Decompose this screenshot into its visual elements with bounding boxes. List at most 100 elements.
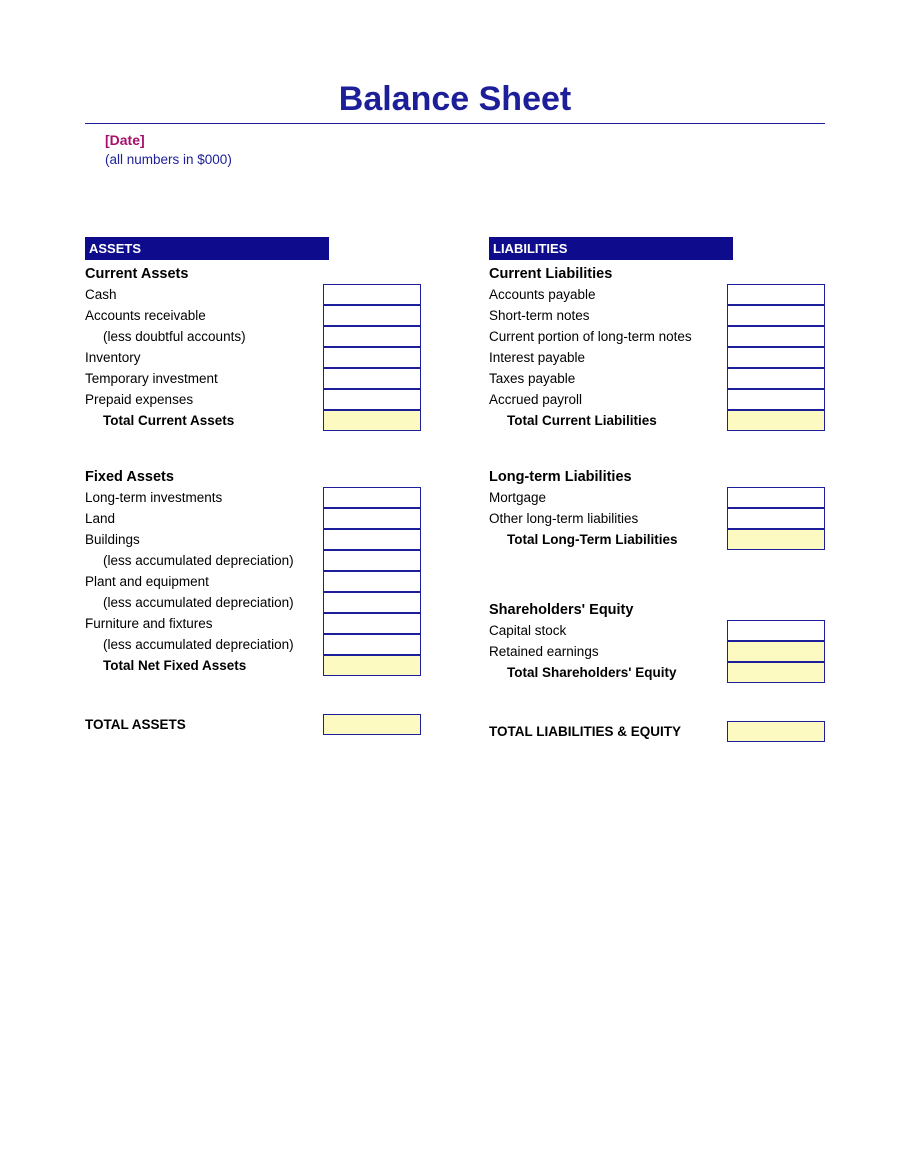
cell-land[interactable] xyxy=(323,508,421,529)
date-placeholder: [Date] xyxy=(105,132,825,148)
label-current-lt-notes: Current portion of long-term notes xyxy=(489,326,727,347)
row-doubtful: (less doubtful accounts) xyxy=(85,326,421,347)
cell-total-equity[interactable] xyxy=(727,662,825,683)
cell-total-fixed-assets[interactable] xyxy=(323,655,421,676)
cell-payroll[interactable] xyxy=(727,389,825,410)
cell-total-current-assets[interactable] xyxy=(323,410,421,431)
row-plant: Plant and equipment xyxy=(85,571,421,592)
cell-prepaid[interactable] xyxy=(323,389,421,410)
cell-inventory[interactable] xyxy=(323,347,421,368)
cell-plant-dep[interactable] xyxy=(323,592,421,613)
label-lti: Long-term investments xyxy=(85,487,323,508)
content-grid: ASSETS Current Assets Cash Accounts rece… xyxy=(85,237,825,742)
row-land: Land xyxy=(85,508,421,529)
label-mortgage: Mortgage xyxy=(489,487,727,508)
row-ap: Accounts payable xyxy=(489,284,825,305)
row-total-liab-equity: TOTAL LIABILITIES & EQUITY xyxy=(489,721,825,742)
label-cash: Cash xyxy=(85,284,323,305)
row-total-assets: TOTAL ASSETS xyxy=(85,714,421,735)
cell-buildings-dep[interactable] xyxy=(323,550,421,571)
row-lti: Long-term investments xyxy=(85,487,421,508)
cell-plant[interactable] xyxy=(323,571,421,592)
cell-total-liab-equity[interactable] xyxy=(727,721,825,742)
row-prepaid: Prepaid expenses xyxy=(85,389,421,410)
label-ar: Accounts receivable xyxy=(85,305,323,326)
units-note: (all numbers in $000) xyxy=(105,152,825,167)
label-buildings-dep: (less accumulated depreciation) xyxy=(85,550,323,571)
equity-heading: Shareholders' Equity xyxy=(489,602,825,618)
row-inventory: Inventory xyxy=(85,347,421,368)
page-title: Balance Sheet xyxy=(85,80,825,119)
row-total-current-liab: Total Current Liabilities xyxy=(489,410,825,431)
cell-st-notes[interactable] xyxy=(727,305,825,326)
current-liab-heading: Current Liabilities xyxy=(489,266,825,282)
row-cash: Cash xyxy=(85,284,421,305)
meta-block: [Date] (all numbers in $000) xyxy=(85,132,825,167)
cell-furniture-dep[interactable] xyxy=(323,634,421,655)
label-doubtful: (less doubtful accounts) xyxy=(85,326,323,347)
row-capital-stock: Capital stock xyxy=(489,620,825,641)
cell-doubtful[interactable] xyxy=(323,326,421,347)
label-plant-dep: (less accumulated depreciation) xyxy=(85,592,323,613)
cell-mortgage[interactable] xyxy=(727,487,825,508)
label-total-liab-equity: TOTAL LIABILITIES & EQUITY xyxy=(489,721,727,742)
liabilities-column: LIABILITIES Current Liabilities Accounts… xyxy=(489,237,825,742)
cell-total-lt-liab[interactable] xyxy=(727,529,825,550)
row-st-notes: Short-term notes xyxy=(489,305,825,326)
current-assets-heading: Current Assets xyxy=(85,266,421,282)
cell-capital-stock[interactable] xyxy=(727,620,825,641)
label-total-equity: Total Shareholders' Equity xyxy=(489,662,727,683)
label-furniture-dep: (less accumulated depreciation) xyxy=(85,634,323,655)
cell-total-assets[interactable] xyxy=(323,714,421,735)
row-interest: Interest payable xyxy=(489,347,825,368)
label-taxes: Taxes payable xyxy=(489,368,727,389)
cell-taxes[interactable] xyxy=(727,368,825,389)
row-mortgage: Mortgage xyxy=(489,487,825,508)
cell-buildings[interactable] xyxy=(323,529,421,550)
label-plant: Plant and equipment xyxy=(85,571,323,592)
cell-furniture[interactable] xyxy=(323,613,421,634)
row-total-fixed-assets: Total Net Fixed Assets xyxy=(85,655,421,676)
row-plant-dep: (less accumulated depreciation) xyxy=(85,592,421,613)
label-payroll: Accrued payroll xyxy=(489,389,727,410)
label-total-assets: TOTAL ASSETS xyxy=(85,714,323,735)
row-payroll: Accrued payroll xyxy=(489,389,825,410)
cell-other-lt[interactable] xyxy=(727,508,825,529)
lt-liab-heading: Long-term Liabilities xyxy=(489,469,825,485)
balance-sheet-page: Balance Sheet [Date] (all numbers in $00… xyxy=(0,0,900,782)
label-interest: Interest payable xyxy=(489,347,727,368)
assets-header: ASSETS xyxy=(85,237,329,260)
cell-total-current-liab[interactable] xyxy=(727,410,825,431)
assets-column: ASSETS Current Assets Cash Accounts rece… xyxy=(85,237,421,742)
row-buildings-dep: (less accumulated depreciation) xyxy=(85,550,421,571)
label-furniture: Furniture and fixtures xyxy=(85,613,323,634)
label-total-current-assets: Total Current Assets xyxy=(85,410,323,431)
label-st-notes: Short-term notes xyxy=(489,305,727,326)
cell-interest[interactable] xyxy=(727,347,825,368)
label-inventory: Inventory xyxy=(85,347,323,368)
row-ar: Accounts receivable xyxy=(85,305,421,326)
cell-cash[interactable] xyxy=(323,284,421,305)
row-total-lt-liab: Total Long-Term Liabilities xyxy=(489,529,825,550)
row-temp-invest: Temporary investment xyxy=(85,368,421,389)
label-total-fixed-assets: Total Net Fixed Assets xyxy=(85,655,323,676)
cell-ap[interactable] xyxy=(727,284,825,305)
cell-temp-invest[interactable] xyxy=(323,368,421,389)
label-capital-stock: Capital stock xyxy=(489,620,727,641)
label-total-lt-liab: Total Long-Term Liabilities xyxy=(489,529,727,550)
row-buildings: Buildings xyxy=(85,529,421,550)
cell-current-lt-notes[interactable] xyxy=(727,326,825,347)
row-furniture-dep: (less accumulated depreciation) xyxy=(85,634,421,655)
label-ap: Accounts payable xyxy=(489,284,727,305)
label-other-lt: Other long-term liabilities xyxy=(489,508,727,529)
row-total-equity: Total Shareholders' Equity xyxy=(489,662,825,683)
title-rule xyxy=(85,123,825,124)
row-retained: Retained earnings xyxy=(489,641,825,662)
cell-lti[interactable] xyxy=(323,487,421,508)
cell-retained[interactable] xyxy=(727,641,825,662)
cell-ar[interactable] xyxy=(323,305,421,326)
label-temp-invest: Temporary investment xyxy=(85,368,323,389)
row-other-lt: Other long-term liabilities xyxy=(489,508,825,529)
label-buildings: Buildings xyxy=(85,529,323,550)
row-current-lt-notes: Current portion of long-term notes xyxy=(489,326,825,347)
